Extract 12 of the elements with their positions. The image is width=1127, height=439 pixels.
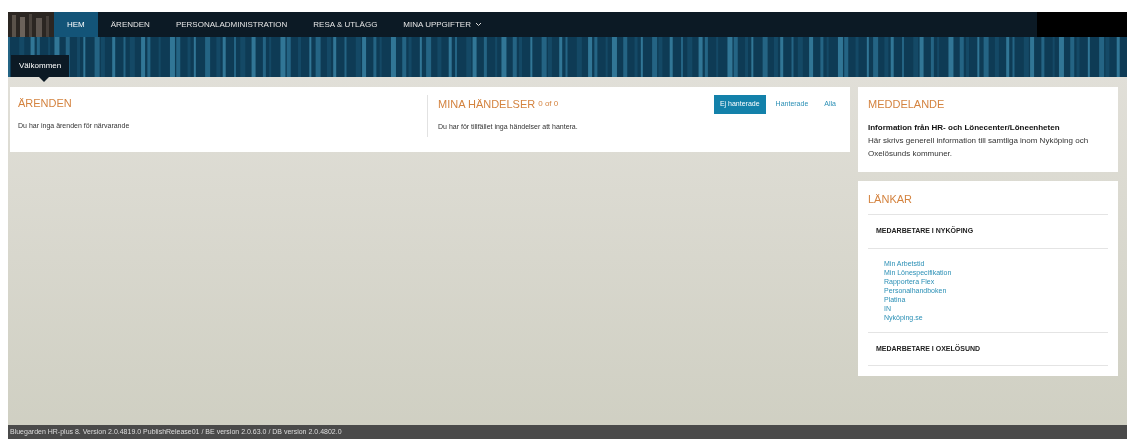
nav-tab[interactable]: RESA & UTLÄGG (300, 12, 391, 37)
panel-title: MEDDELANDE (868, 97, 946, 112)
nav-tab[interactable]: PERSONALADMINISTRATION (162, 12, 301, 37)
event-count: 0 of 0 (538, 98, 559, 111)
nav-tab[interactable]: MINA UPPGIFTER (390, 12, 495, 37)
panel-title: LÄNKAR (868, 190, 1108, 215)
panel-title: MINA HÄNDELSER (438, 97, 536, 112)
nav-tab[interactable]: HEM (54, 12, 98, 37)
nav-tab[interactable]: ÄRENDEN (97, 12, 163, 37)
message-heading: Information från HR- och Lönecenter/Löneenheten (868, 121, 1061, 134)
panel-title: ÄRENDEN (18, 96, 73, 111)
message-text: Här skrivs generell information till samtliga inom Nyköping och Oxelösunds kommuner. (868, 134, 1090, 160)
